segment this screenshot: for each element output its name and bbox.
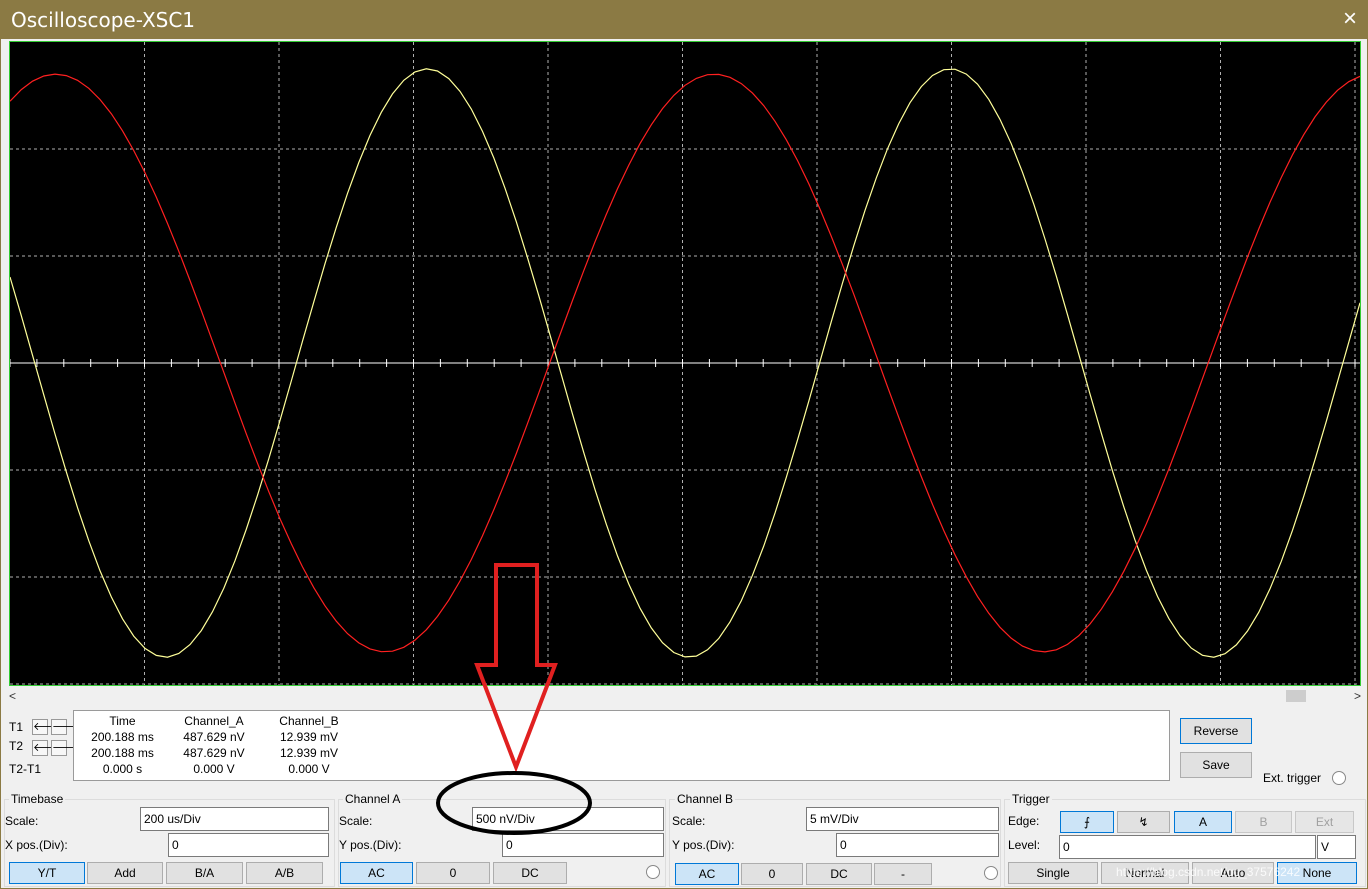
channel-b-ac-button[interactable]: AC (675, 863, 739, 885)
trigger-single-button[interactable]: Single (1008, 862, 1098, 884)
readout-t2-channel-b: 12.939 mV (279, 746, 339, 760)
trigger-title: Trigger (1010, 792, 1052, 806)
readout-t2-time: 200.188 ms (91, 746, 154, 760)
reverse-button[interactable]: Reverse (1180, 718, 1252, 744)
trigger-source-a-button[interactable]: A (1174, 811, 1232, 833)
trigger-source-b-button[interactable]: B (1235, 811, 1292, 833)
timebase-scale-label: Scale: (5, 814, 39, 828)
trigger-level-unit[interactable]: V (1317, 835, 1356, 859)
yt-mode-button[interactable]: Y/T (9, 862, 85, 884)
ext-trigger-radio[interactable] (1332, 771, 1346, 785)
channel-a-ypos-label: Y pos.(Div): (339, 838, 402, 852)
readout-t1-channel-a: 487.629 nV (183, 730, 245, 744)
scope-display[interactable] (9, 41, 1361, 686)
scroll-left-icon[interactable]: < (9, 689, 16, 703)
trigger-level-field[interactable]: 0 (1059, 835, 1316, 859)
trigger-level-label: Level: (1008, 838, 1041, 852)
channel-a-scale-label: Scale: (339, 814, 373, 828)
timebase-xpos-label: X pos.(Div): (5, 838, 68, 852)
channel-a-radio[interactable] (646, 865, 660, 879)
channel-b-ypos-label: Y pos.(Div): (672, 838, 735, 852)
scrollbar-thumb[interactable] (1286, 690, 1306, 702)
readout-delta-time: 0.000 s (102, 762, 143, 776)
channel-a-zero-button[interactable]: 0 (416, 862, 490, 884)
channel-b-invert-button[interactable]: - (874, 863, 932, 885)
readout-header-channel-a: Channel_A (184, 714, 244, 728)
channel-b-scale-label: Scale: (672, 814, 706, 828)
t2-left-arrow-icon[interactable]: 🡐 (32, 740, 63, 756)
readout-delta-channel-b: 0.000 V (288, 762, 330, 776)
cursor-delta-label: T2-T1 (9, 762, 42, 776)
cursor-t1-label: T1 (9, 720, 24, 734)
readout-header-channel-b: Channel_B (279, 714, 339, 728)
channel-a-dc-button[interactable]: DC (493, 862, 567, 884)
channel-a-ypos-field[interactable]: 0 (502, 833, 664, 857)
timebase-title: Timebase (9, 792, 66, 806)
channel-a-scale-field[interactable]: 500 nV/Div (472, 807, 664, 831)
add-mode-button[interactable]: Add (87, 862, 163, 884)
channel-a-title: Channel A (343, 792, 403, 806)
falling-edge-icon[interactable]: ↯ (1117, 811, 1170, 833)
channel-b-title: Channel B (675, 792, 736, 806)
readout-delta-channel-a: 0.000 V (193, 762, 235, 776)
channel-a-ac-button[interactable]: AC (340, 862, 413, 884)
cursor-readout: Time 200.188 ms 200.188 ms 0.000 s Chann… (73, 710, 1170, 781)
timebase-xpos-field[interactable]: 0 (168, 833, 329, 857)
t1-right-arrow-icon[interactable]: 🡒 (51, 719, 82, 735)
trigger-edge-label: Edge: (1008, 814, 1040, 828)
oscilloscope-window: Oscilloscope-XSC1 × < > T1 🡐 🡒 T2 🡐 🡒 T2… (0, 0, 1368, 889)
channel-b-dc-button[interactable]: DC (806, 863, 872, 885)
save-button[interactable]: Save (1180, 752, 1252, 778)
title-bar: Oscilloscope-XSC1 × (1, 1, 1367, 39)
readout-channel-a-column: Channel_A 487.629 nV 487.629 nV 0.000 V (174, 713, 254, 777)
readout-time-column: Time 200.188 ms 200.188 ms 0.000 s (80, 713, 165, 777)
ab-mode-button[interactable]: A/B (246, 862, 323, 884)
waveform-plot (10, 42, 1360, 685)
cursor-t2-label: T2 (9, 739, 24, 753)
window-title: Oscilloscope-XSC1 (11, 8, 196, 32)
channel-b-ypos-field[interactable]: 0 (836, 833, 999, 857)
channel-b-zero-button[interactable]: 0 (741, 863, 803, 885)
readout-t2-channel-a: 487.629 nV (183, 746, 245, 760)
t1-left-arrow-icon[interactable]: 🡐 (32, 719, 63, 735)
t2-right-arrow-icon[interactable]: 🡒 (51, 740, 82, 756)
channel-b-radio[interactable] (984, 866, 998, 880)
ext-trigger-label: Ext. trigger (1263, 771, 1322, 785)
watermark-text: https://blog.csdn.net/qq_37576242 (1116, 865, 1301, 879)
channel-b-scale-field[interactable]: 5 mV/Div (806, 807, 999, 831)
readout-t1-time: 200.188 ms (91, 730, 154, 744)
readout-t1-channel-b: 12.939 mV (279, 730, 339, 744)
timebase-scale-field[interactable]: 200 us/Div (140, 807, 329, 831)
readout-header-time: Time (109, 714, 136, 728)
rising-edge-icon[interactable]: ⨍ (1060, 811, 1114, 833)
readout-channel-b-column: Channel_B 12.939 mV 12.939 mV 0.000 V (269, 713, 349, 777)
ba-mode-button[interactable]: B/A (166, 862, 243, 884)
close-icon[interactable]: × (1343, 5, 1357, 33)
scroll-right-icon[interactable]: > (1354, 689, 1361, 703)
trigger-source-ext-button[interactable]: Ext (1295, 811, 1354, 833)
